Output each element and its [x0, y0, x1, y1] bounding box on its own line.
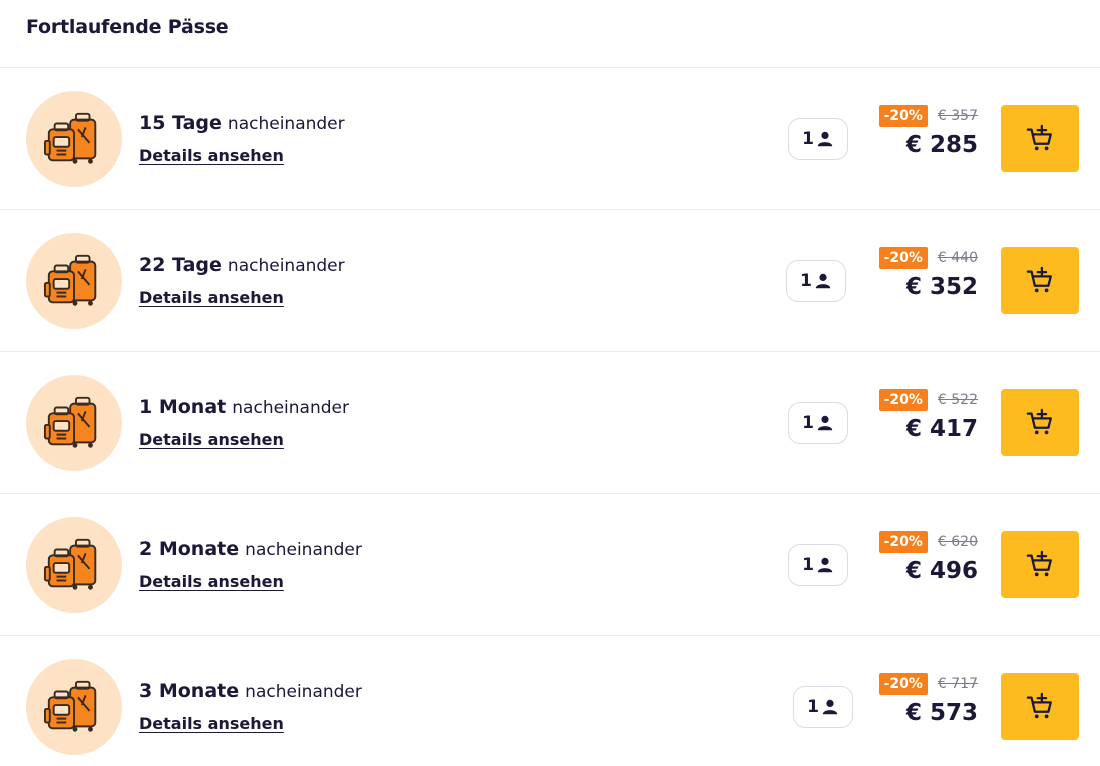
- person-count-selector[interactable]: 1: [788, 117, 848, 160]
- details-link[interactable]: Details ansehen: [139, 572, 284, 591]
- pass-duration: 22 Tage: [139, 254, 222, 276]
- luggage-icon: [43, 254, 97, 306]
- pass-row: 1 Monat nacheinander Details ansehen 1 -…: [0, 352, 1100, 494]
- current-price: € 496: [905, 558, 978, 584]
- pass-row: 3 Monate nacheinander Details ansehen 1 …: [0, 636, 1100, 766]
- details-link[interactable]: Details ansehen: [139, 288, 284, 307]
- luggage-icon: [43, 680, 97, 732]
- pass-thumbnail: [26, 233, 122, 329]
- add-to-cart-button[interactable]: [1001, 389, 1079, 456]
- cart-add-icon: [1026, 692, 1052, 718]
- discount-badge: -20%: [878, 105, 928, 127]
- pass-duration: 2 Monate: [139, 538, 240, 560]
- pass-thumbnail: [26, 659, 122, 755]
- luggage-icon: [43, 112, 97, 164]
- old-price: € 620: [937, 534, 978, 550]
- pass-duration: 15 Tage: [139, 112, 222, 134]
- person-count-selector[interactable]: 1: [793, 686, 853, 728]
- current-price: € 417: [905, 416, 978, 442]
- cart-add-icon: [1026, 550, 1052, 576]
- pass-info: 15 Tage nacheinander Details ansehen: [139, 111, 345, 165]
- details-link[interactable]: Details ansehen: [139, 714, 284, 733]
- pass-thumbnail: [26, 91, 122, 187]
- person-count: 1: [802, 128, 814, 149]
- pass-duration-suffix: nacheinander: [227, 256, 345, 276]
- pass-info: 3 Monate nacheinander Details ansehen: [139, 679, 362, 733]
- person-count-selector[interactable]: 1: [786, 259, 846, 302]
- section-title: Fortlaufende Pässe: [26, 16, 229, 38]
- person-count: 1: [800, 270, 812, 291]
- pass-thumbnail: [26, 517, 122, 613]
- person-count-selector[interactable]: 1: [788, 543, 848, 586]
- old-price: € 522: [937, 392, 978, 408]
- current-price: € 285: [905, 132, 978, 158]
- pass-info: 22 Tage nacheinander Details ansehen: [139, 253, 345, 307]
- pass-duration-suffix: nacheinander: [245, 540, 362, 560]
- pass-row: 22 Tage nacheinander Details ansehen 1 -…: [0, 210, 1100, 352]
- pass-row: 2 Monate nacheinander Details ansehen 1 …: [0, 494, 1100, 636]
- pass-duration-suffix: nacheinander: [245, 682, 362, 702]
- person-icon: [817, 415, 833, 430]
- person-icon: [822, 699, 838, 715]
- pass-row: 15 Tage nacheinander Details ansehen 1 -…: [0, 68, 1100, 210]
- discount-badge: -20%: [878, 531, 928, 553]
- add-to-cart-button[interactable]: [1001, 673, 1079, 740]
- pass-title: 2 Monate nacheinander: [139, 537, 362, 562]
- pass-title: 22 Tage nacheinander: [139, 253, 345, 278]
- luggage-icon: [43, 396, 97, 448]
- pass-duration: 3 Monate: [139, 680, 240, 702]
- old-price: € 357: [937, 108, 978, 124]
- old-price: € 717: [937, 676, 978, 692]
- discount-badge: -20%: [878, 389, 928, 411]
- person-count: 1: [802, 554, 814, 575]
- pass-title: 3 Monate nacheinander: [139, 679, 362, 704]
- pass-duration: 1 Monat: [139, 396, 227, 418]
- pass-info: 1 Monat nacheinander Details ansehen: [139, 395, 349, 449]
- price-box: -20% € 357 € 285: [878, 105, 978, 159]
- person-count: 1: [807, 697, 819, 717]
- pass-thumbnail: [26, 375, 122, 471]
- pass-title: 1 Monat nacheinander: [139, 395, 349, 420]
- details-link[interactable]: Details ansehen: [139, 146, 284, 165]
- person-icon: [815, 273, 831, 288]
- luggage-icon: [43, 538, 97, 590]
- price-box: -20% € 620 € 496: [878, 531, 978, 585]
- current-price: € 352: [905, 274, 978, 300]
- details-link[interactable]: Details ansehen: [139, 430, 284, 449]
- person-icon: [817, 557, 833, 572]
- person-icon: [817, 131, 833, 146]
- add-to-cart-button[interactable]: [1001, 247, 1079, 314]
- discount-badge: -20%: [878, 247, 928, 269]
- current-price: € 573: [905, 700, 978, 726]
- old-price: € 440: [937, 250, 978, 266]
- pass-title: 15 Tage nacheinander: [139, 111, 345, 136]
- add-to-cart-button[interactable]: [1001, 531, 1079, 598]
- price-box: -20% € 440 € 352: [878, 247, 978, 301]
- cart-add-icon: [1026, 408, 1052, 434]
- cart-add-icon: [1026, 266, 1052, 292]
- pass-info: 2 Monate nacheinander Details ansehen: [139, 537, 362, 591]
- cart-add-icon: [1026, 124, 1052, 150]
- person-count-selector[interactable]: 1: [788, 401, 848, 444]
- section-header: Fortlaufende Pässe: [0, 0, 1100, 68]
- discount-badge: -20%: [878, 673, 928, 695]
- price-box: -20% € 522 € 417: [878, 389, 978, 443]
- price-box: -20% € 717 € 573: [878, 673, 978, 727]
- pass-duration-suffix: nacheinander: [227, 114, 345, 134]
- pass-list: 15 Tage nacheinander Details ansehen 1 -…: [0, 68, 1100, 766]
- add-to-cart-button[interactable]: [1001, 105, 1079, 172]
- person-count: 1: [802, 412, 814, 433]
- pass-duration-suffix: nacheinander: [232, 398, 349, 418]
